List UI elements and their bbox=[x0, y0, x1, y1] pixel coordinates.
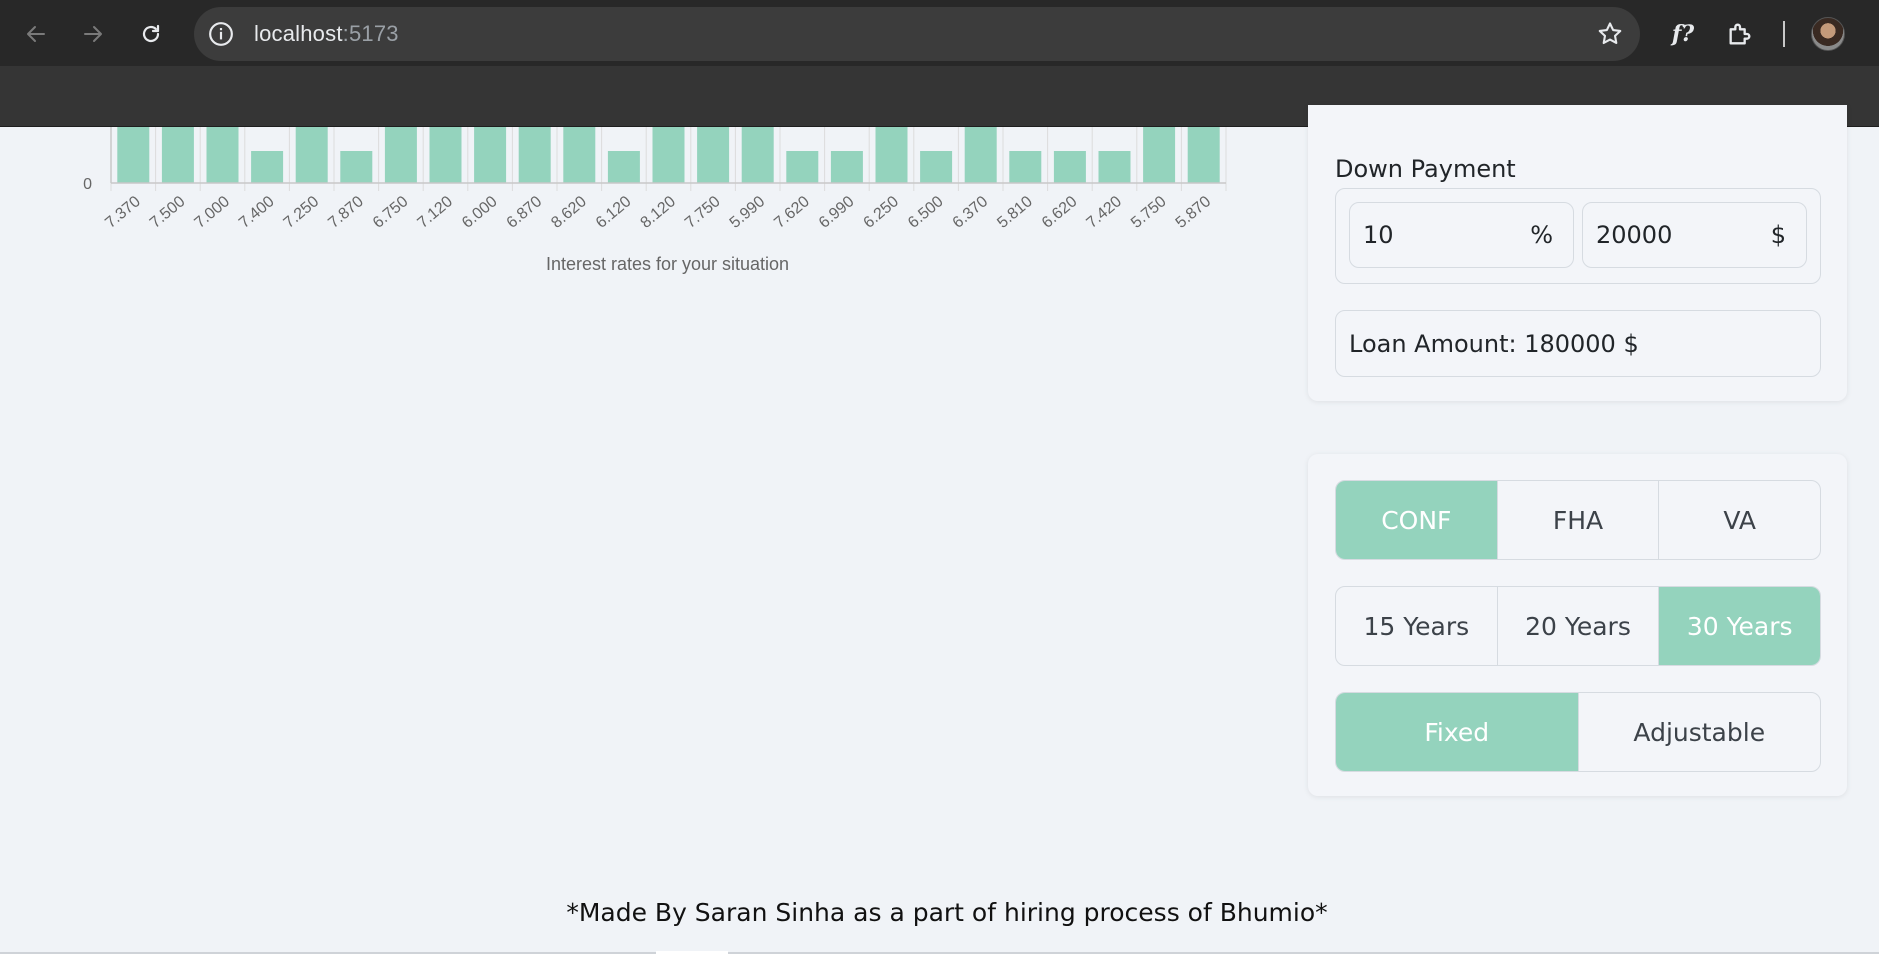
x-tick-label: 7.870 bbox=[325, 193, 367, 232]
url-port: :5173 bbox=[342, 21, 399, 46]
loan-type-va-button[interactable]: VA bbox=[1659, 481, 1820, 559]
amount-value: 20000 bbox=[1596, 221, 1673, 249]
bookmark-star-icon[interactable] bbox=[1596, 20, 1624, 48]
x-tick-label: 5.750 bbox=[1128, 193, 1170, 232]
address-bar[interactable]: localhost:5173 bbox=[194, 7, 1640, 61]
x-tick-label: 6.990 bbox=[816, 193, 858, 232]
down-payment-percent-input[interactable]: 10 % bbox=[1349, 202, 1574, 268]
bar-6.120 bbox=[607, 151, 640, 183]
bar-7.750 bbox=[697, 127, 730, 183]
bar-6.000 bbox=[474, 127, 507, 183]
percent-value: 10 bbox=[1363, 221, 1394, 249]
toolbar-separator bbox=[1783, 21, 1785, 47]
reload-icon[interactable] bbox=[131, 14, 171, 54]
rate-type-fixed-button[interactable]: Fixed bbox=[1336, 693, 1579, 771]
x-tick-label: 6.500 bbox=[905, 193, 947, 232]
site-info-icon[interactable] bbox=[208, 21, 234, 47]
x-tick-label: 8.620 bbox=[548, 193, 590, 232]
x-tick-label: 5.810 bbox=[994, 193, 1036, 232]
x-tick-label: 6.370 bbox=[950, 193, 992, 232]
x-tick-label: 6.750 bbox=[370, 193, 412, 232]
back-icon[interactable] bbox=[16, 14, 56, 54]
loan-type-selector: CONF FHA VA bbox=[1335, 480, 1821, 560]
x-tick-label: 5.990 bbox=[727, 193, 769, 232]
bar-5.870 bbox=[1187, 127, 1220, 183]
bar-6.500 bbox=[920, 151, 953, 183]
bar-7.620 bbox=[786, 151, 819, 183]
x-tick-label: 6.620 bbox=[1039, 193, 1081, 232]
bar-7.870 bbox=[340, 151, 373, 183]
bar-8.620 bbox=[563, 127, 596, 183]
bar-6.620 bbox=[1053, 151, 1086, 183]
extensions-puzzle-icon[interactable] bbox=[1722, 16, 1758, 52]
footer-credit: *Made By Saran Sinha as a part of hiring… bbox=[566, 898, 1328, 927]
down-payment-label: Down Payment bbox=[1335, 155, 1516, 183]
x-tick-label: 7.000 bbox=[191, 193, 233, 232]
term-20-years-button[interactable]: 20 Years bbox=[1498, 587, 1660, 665]
bar-7.400 bbox=[251, 151, 284, 183]
x-tick-label: 6.250 bbox=[860, 193, 902, 232]
amount-unit: $ bbox=[1770, 221, 1786, 249]
loan-amount-display: Loan Amount: 180000 $ bbox=[1335, 310, 1821, 377]
bar-5.810 bbox=[1009, 151, 1042, 183]
bar-7.250 bbox=[295, 127, 328, 183]
bar-5.990 bbox=[741, 127, 774, 183]
bar-6.870 bbox=[518, 127, 551, 183]
x-tick-label: 7.120 bbox=[414, 193, 456, 232]
x-tick-label: 8.120 bbox=[637, 193, 679, 232]
bar-7.420 bbox=[1098, 151, 1131, 183]
bar-7.000 bbox=[206, 127, 239, 183]
x-tick-label: 7.370 bbox=[102, 193, 144, 232]
y-tick-label: 0 bbox=[83, 176, 92, 193]
x-tick-label: 6.870 bbox=[504, 193, 546, 232]
bar-7.120 bbox=[429, 127, 462, 183]
term-30-years-button[interactable]: 30 Years bbox=[1659, 587, 1820, 665]
bar-6.370 bbox=[964, 127, 997, 183]
x-tick-label: 6.000 bbox=[459, 193, 501, 232]
interest-rate-chart: 0 7.370 7.500 7.000 7.400 7.250 7.870 6.750 7.12… bbox=[0, 127, 1260, 287]
loan-type-conf-button[interactable]: CONF bbox=[1336, 481, 1498, 559]
x-tick-label: 5.870 bbox=[1173, 193, 1215, 232]
loan-options-card: CONF FHA VA 15 Years 20 Years 30 Years F… bbox=[1308, 454, 1847, 796]
loan-type-fha-button[interactable]: FHA bbox=[1498, 481, 1660, 559]
bar-7.500 bbox=[161, 127, 194, 183]
rate-type-adjustable-button[interactable]: Adjustable bbox=[1579, 693, 1821, 771]
term-selector: 15 Years 20 Years 30 Years bbox=[1335, 586, 1821, 666]
bar-6.250 bbox=[875, 127, 908, 183]
bar-6.990 bbox=[830, 151, 863, 183]
rate-type-selector: Fixed Adjustable bbox=[1335, 692, 1821, 772]
profile-avatar[interactable] bbox=[1811, 17, 1845, 51]
forward-icon[interactable] bbox=[73, 14, 113, 54]
url-host: localhost bbox=[254, 21, 343, 46]
x-tick-label: 7.250 bbox=[281, 193, 323, 232]
bar-6.750 bbox=[384, 127, 417, 183]
down-payment-amount-input[interactable]: 20000 $ bbox=[1582, 202, 1807, 268]
percent-unit: % bbox=[1530, 221, 1553, 249]
x-tick-label: 7.500 bbox=[147, 193, 189, 232]
bar-5.750 bbox=[1143, 127, 1176, 183]
x-tick-label: 6.120 bbox=[593, 193, 635, 232]
url-text: localhost:5173 bbox=[254, 21, 399, 47]
x-tick-label: 7.620 bbox=[771, 193, 813, 232]
x-tick-label: 7.400 bbox=[236, 193, 278, 232]
bar-7.370 bbox=[117, 127, 150, 183]
bar-8.120 bbox=[652, 127, 685, 183]
fx-extension-icon[interactable]: f? bbox=[1665, 16, 1701, 52]
down-payment-group: 10 % 20000 $ bbox=[1335, 188, 1821, 284]
x-tick-label: 7.420 bbox=[1083, 193, 1125, 232]
x-tick-label: 7.750 bbox=[682, 193, 724, 232]
down-payment-card: Down Payment 10 % 20000 $ Loan Amount: 1… bbox=[1308, 105, 1847, 401]
term-15-years-button[interactable]: 15 Years bbox=[1336, 587, 1498, 665]
chart-x-axis-title: Interest rates for your situation bbox=[545, 254, 790, 274]
